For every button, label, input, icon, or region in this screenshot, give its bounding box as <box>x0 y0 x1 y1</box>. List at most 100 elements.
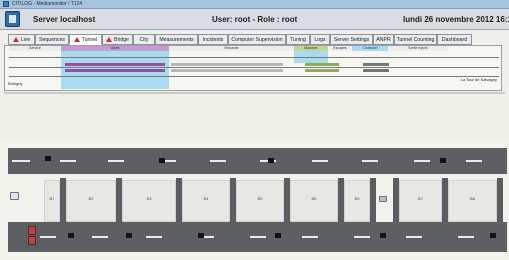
tab-label: Incidents <box>202 37 224 43</box>
server-label: Server localhost <box>33 15 96 24</box>
cell-label: B9 <box>354 196 360 201</box>
tab-label: Tunnel Counting <box>396 37 435 43</box>
window-title: CITILOG - Mediamonitor / T124 <box>12 1 83 7</box>
lane-occupancy <box>171 69 283 72</box>
vehicle-marker[interactable] <box>68 233 74 238</box>
tab-anpr[interactable]: ANPR <box>373 34 394 45</box>
app-header: Server localhost User: root - Role : roo… <box>0 9 509 30</box>
tab-server-settings[interactable]: Server Settings <box>330 34 373 45</box>
tunnel-cell[interactable]: B7 <box>44 180 60 222</box>
tunnel-map: B7 B2 B3 B4 B5 B6 B9 B7 B8 <box>0 138 509 260</box>
lane-marking <box>210 160 226 162</box>
cell-label: B3 <box>146 196 152 201</box>
right-end-label: La Tour de Salvagny <box>460 77 497 82</box>
lane-marking <box>406 236 422 238</box>
tab-logs[interactable]: Logs <box>310 34 330 45</box>
citilog-logo-icon <box>5 11 20 27</box>
user-label: User: root - Role : root <box>212 15 298 24</box>
lane-occupancy <box>305 69 339 72</box>
zone-sortie[interactable]: Sortie Inpuls <box>388 46 448 51</box>
tunnel-cell[interactable]: B3 <box>122 180 176 222</box>
lane-occupancy <box>363 63 389 66</box>
window-titlebar: CITILOG - Mediamonitor / T124 <box>0 0 509 9</box>
cell-label: B8 <box>470 196 475 201</box>
tunnel-cell[interactable]: B5 <box>236 180 284 222</box>
lane-marking <box>250 236 266 238</box>
tab-label: Bridge <box>114 37 129 43</box>
left-end-label: Bobigny <box>8 81 23 86</box>
zone-escapes[interactable]: Escapes <box>328 46 352 51</box>
camera-icon[interactable] <box>379 196 387 202</box>
tab-tunnel[interactable]: Tunnel <box>69 34 102 45</box>
tunnel-cell[interactable]: B9 <box>344 180 370 222</box>
lane-occupancy <box>171 63 283 66</box>
cell-label: B7 <box>49 196 55 201</box>
tunnel-cell[interactable]: B2 <box>66 180 116 222</box>
tab-sequences[interactable]: Sequences <box>35 34 69 45</box>
vehicle-marker[interactable] <box>380 233 386 238</box>
tab-bridge[interactable]: Bridge <box>102 34 133 45</box>
vehicle-marker[interactable] <box>268 158 274 163</box>
tab-label: City <box>139 37 149 43</box>
tab-tunnel-counting[interactable]: Tunnel Counting <box>394 34 437 45</box>
road-upper <box>8 148 507 174</box>
tab-dashboard[interactable]: Dashboard <box>437 34 472 45</box>
lane-marking <box>12 160 30 162</box>
divider <box>4 92 505 94</box>
cell-label: B4 <box>203 196 209 201</box>
tab-label: Computer Supervision <box>231 37 283 43</box>
cross-passage <box>497 178 503 224</box>
zone-brocante[interactable]: Brocante <box>169 46 294 51</box>
lane-occupancy <box>65 69 165 72</box>
tunnel-cell[interactable]: B6 <box>290 180 338 222</box>
tab-incidents[interactable]: Incidents <box>198 34 228 45</box>
cell-label: B2 <box>88 196 94 201</box>
vehicle-marker[interactable] <box>440 158 446 163</box>
vehicle-marker[interactable] <box>126 233 132 238</box>
vehicle-marker[interactable] <box>45 156 51 161</box>
tab-label: Tuning <box>290 37 306 43</box>
lane-marking <box>414 160 430 162</box>
app-icon <box>3 1 9 7</box>
tunnel-cell[interactable]: B4 <box>182 180 230 222</box>
tunnel-schematic-panel: Service Vallée Brocante Marches Escapes … <box>4 45 502 91</box>
tab-label: ANPR <box>376 37 391 43</box>
alarm-icon[interactable] <box>28 236 36 245</box>
camera-icon[interactable] <box>10 192 19 200</box>
vehicle-marker[interactable] <box>275 233 281 238</box>
alarm-icon[interactable] <box>28 226 36 235</box>
tab-label: Dashboard <box>441 37 468 43</box>
tunnel-cell[interactable]: B7 <box>399 180 442 222</box>
lane-line <box>9 76 499 77</box>
zone-service[interactable]: Service <box>9 46 61 51</box>
cell-label: B5 <box>257 196 263 201</box>
lane-marking <box>312 160 328 162</box>
warning-icon <box>73 37 80 42</box>
lane-marking <box>60 160 76 162</box>
tunnel-cell[interactable]: B8 <box>448 180 497 222</box>
lane-occupancy <box>363 69 389 72</box>
lane-marking <box>466 160 482 162</box>
tab-computer-supervision[interactable]: Computer Supervision <box>228 34 286 45</box>
vehicle-marker[interactable] <box>490 233 496 238</box>
tab-label: Sequences <box>39 37 65 43</box>
lane-occupancy <box>305 63 339 66</box>
tab-live[interactable]: Live <box>8 34 35 45</box>
tab-label: Live <box>20 37 31 43</box>
lane-marking <box>108 160 124 162</box>
zone-chabanel[interactable]: Chabanel <box>352 46 388 51</box>
lane-line <box>9 67 499 68</box>
warning-icon <box>12 37 19 42</box>
warning-icon <box>106 37 112 42</box>
lane-occupancy <box>65 63 165 66</box>
tab-label: Server Settings <box>333 37 370 43</box>
lane-marking <box>146 236 162 238</box>
tab-tuning[interactable]: Tuning <box>286 34 310 45</box>
vehicle-marker[interactable] <box>198 233 204 238</box>
tab-measurements[interactable]: Measurements <box>155 34 198 45</box>
lane-marking <box>458 236 474 238</box>
lane-marking <box>302 236 318 238</box>
lane-marking <box>40 236 56 238</box>
tab-city[interactable]: City <box>133 34 155 45</box>
vehicle-marker[interactable] <box>159 158 165 163</box>
